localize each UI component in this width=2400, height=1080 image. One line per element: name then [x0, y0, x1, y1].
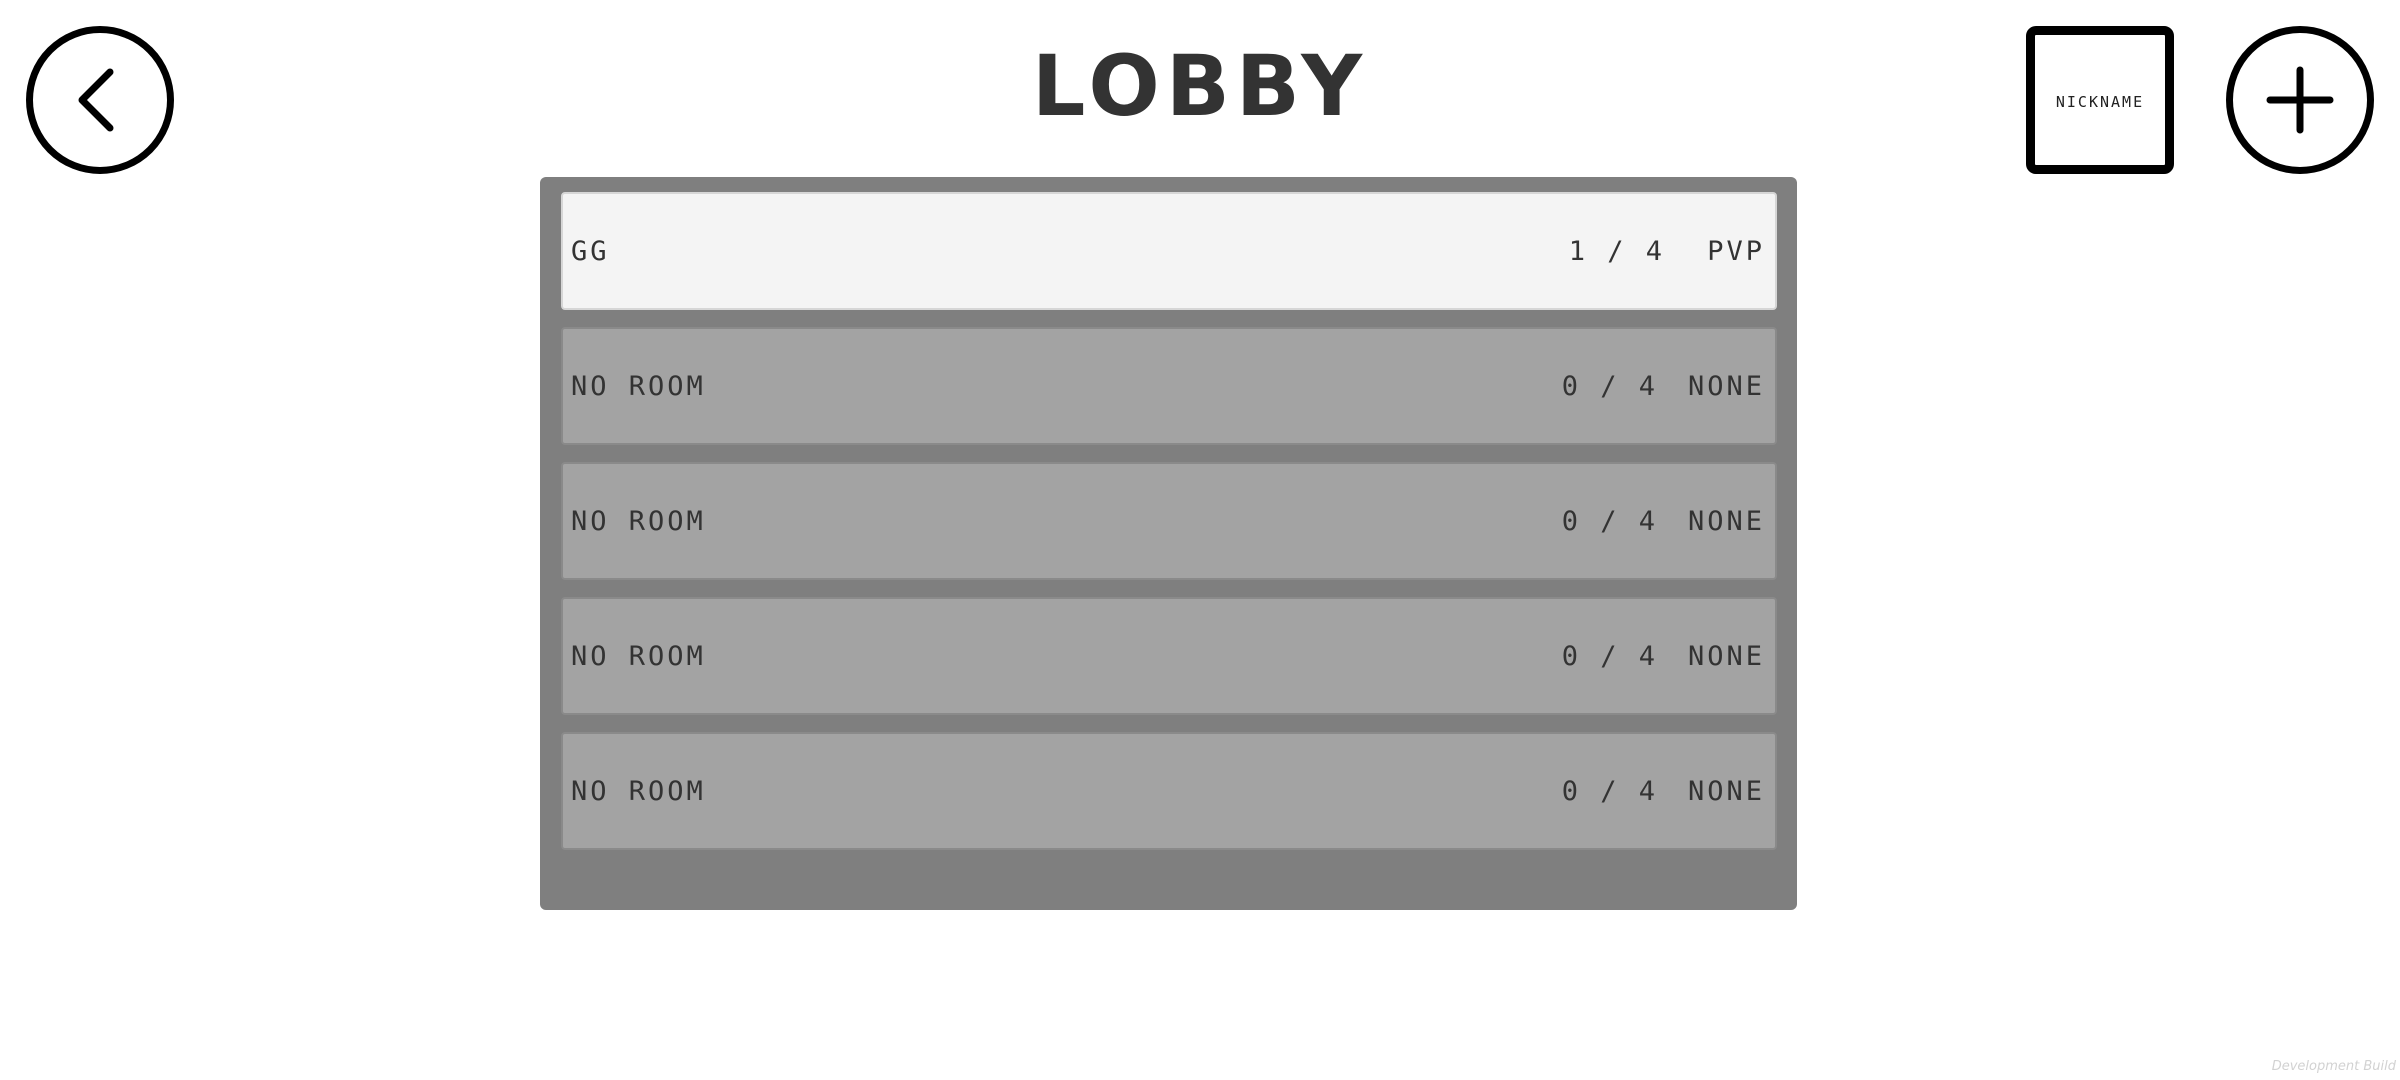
room-mode: NONE — [1687, 640, 1765, 672]
room-player-count: 0 / 4 — [1561, 505, 1658, 537]
lobby-screen: LOBBY NICKNAME GG 1 / 4 PVP NO ROOM 0 / … — [0, 0, 2400, 1080]
room-name: NO ROOM — [571, 640, 706, 672]
room-player-count: 0 / 4 — [1561, 370, 1658, 402]
nickname-button[interactable]: NICKNAME — [2026, 26, 2174, 174]
room-row[interactable]: GG 1 / 4 PVP — [561, 192, 1777, 310]
room-name: NO ROOM — [571, 370, 706, 402]
room-player-count: 0 / 4 — [1561, 775, 1658, 807]
room-mode: PVP — [1707, 235, 1765, 267]
development-build-label: Development Build — [2271, 1059, 2396, 1074]
add-room-button[interactable] — [2226, 26, 2374, 174]
room-row[interactable]: NO ROOM 0 / 4 NONE — [561, 732, 1777, 850]
room-name: NO ROOM — [571, 775, 706, 807]
room-mode: NONE — [1687, 775, 1765, 807]
plus-icon — [2266, 66, 2334, 134]
room-row[interactable]: NO ROOM 0 / 4 NONE — [561, 327, 1777, 445]
room-name: NO ROOM — [571, 505, 706, 537]
room-name: GG — [571, 235, 610, 267]
room-row[interactable]: NO ROOM 0 / 4 NONE — [561, 462, 1777, 580]
room-mode: NONE — [1687, 505, 1765, 537]
room-mode: NONE — [1687, 370, 1765, 402]
room-player-count: 0 / 4 — [1561, 640, 1658, 672]
room-player-count: 1 / 4 — [1568, 235, 1665, 267]
room-list: GG 1 / 4 PVP NO ROOM 0 / 4 NONE NO ROOM … — [540, 177, 1797, 910]
nickname-label: NICKNAME — [2055, 87, 2145, 113]
room-row[interactable]: NO ROOM 0 / 4 NONE — [561, 597, 1777, 715]
